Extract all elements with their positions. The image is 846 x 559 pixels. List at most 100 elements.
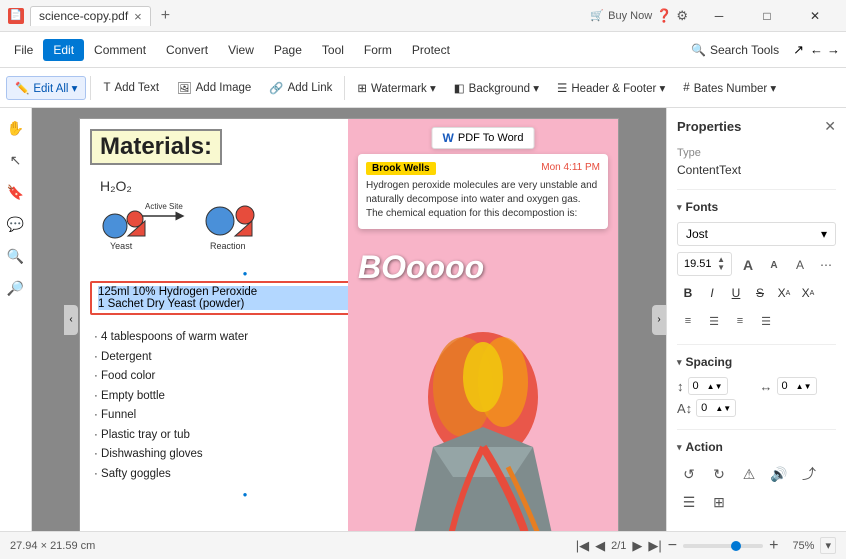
help-icon[interactable]: ❓: [656, 8, 672, 24]
action-speaker-icon[interactable]: 🔊: [767, 462, 791, 486]
bates-number-btn[interactable]: # Bates Number ▾: [675, 77, 784, 99]
sidebar-hand-icon[interactable]: ✋: [4, 116, 28, 140]
align-right-btn[interactable]: ≡: [729, 310, 751, 332]
menu-comment[interactable]: Comment: [84, 39, 156, 61]
action-refresh-icon[interactable]: ↺: [677, 462, 701, 486]
font-size-input[interactable]: 19.51 ▲ ▼: [677, 252, 732, 276]
font-color-icon[interactable]: A: [790, 255, 810, 275]
settings-icon[interactable]: ⚙: [676, 8, 688, 24]
add-image-btn[interactable]: 🖼 Add Image: [169, 77, 259, 99]
sidebar-comment-icon[interactable]: 💬: [4, 212, 28, 236]
spin-down-btn[interactable]: ▼: [717, 264, 725, 272]
pdf-page: Materials: H₂O₂ Activ: [79, 118, 619, 531]
font-more-icon[interactable]: ⋯: [816, 255, 836, 275]
nav-back-icon[interactable]: ←: [810, 42, 823, 57]
action-warning-icon[interactable]: ⚠: [737, 462, 761, 486]
action-export-icon[interactable]: ⤴: [797, 462, 821, 486]
panel-close-btn[interactable]: ✕: [824, 118, 836, 135]
superscript-btn[interactable]: XA: [773, 282, 795, 304]
add-text-btn[interactable]: T Add Text: [95, 78, 167, 98]
minimize-btn[interactable]: ─: [696, 0, 742, 32]
align-center-btn[interactable]: ☰: [703, 310, 725, 332]
action-label: Action: [686, 440, 723, 454]
menu-convert[interactable]: Convert: [156, 39, 218, 61]
sidebar-search-icon[interactable]: 🔍: [4, 244, 28, 268]
line-spacing-icon: ↕: [677, 379, 684, 394]
left-sidebar: ✋ ↖ 🔖 💬 🔍 🔎: [0, 108, 32, 531]
prev-page-btn[interactable]: ◀: [595, 538, 605, 554]
buy-now-btn[interactable]: Buy Now: [608, 10, 652, 22]
action-reset-icon[interactable]: ↻: [707, 462, 731, 486]
action-grid-icon[interactable]: ⊞: [707, 490, 731, 514]
divider-3: [677, 429, 836, 430]
new-tab-btn[interactable]: +: [155, 7, 176, 25]
volcano-area: [348, 327, 618, 531]
comment-text: Hydrogen peroxide molecules are very uns…: [366, 179, 600, 221]
menu-protect[interactable]: Protect: [402, 39, 460, 61]
first-page-btn[interactable]: |◀: [576, 538, 589, 554]
nav-forward-icon[interactable]: →: [827, 42, 840, 57]
font-size-large-icon[interactable]: A: [738, 255, 758, 275]
para-spacing-spin[interactable]: ▲▼: [715, 404, 731, 413]
bold-btn[interactable]: B: [677, 282, 699, 304]
comment-bubble: Brook Wells Mon 4:11 PM Hydrogen peroxid…: [358, 154, 608, 229]
resize-handle-bottom[interactable]: ●: [243, 490, 248, 499]
sidebar-zoom-icon[interactable]: 🔎: [4, 276, 28, 300]
subscript-btn[interactable]: XA: [797, 282, 819, 304]
align-left-btn[interactable]: ≡: [677, 310, 699, 332]
font-size-small-icon[interactable]: A: [764, 255, 784, 275]
header-footer-btn[interactable]: ☰ Header & Footer ▾: [549, 77, 673, 99]
pdf-to-word-btn[interactable]: W PDF To Word: [432, 127, 535, 149]
close-btn[interactable]: ✕: [792, 0, 838, 32]
zoom-handle[interactable]: [731, 541, 741, 551]
char-spacing-spin[interactable]: ▲▼: [796, 382, 812, 391]
panel-title: Properties: [677, 119, 741, 134]
last-page-btn[interactable]: ▶|: [648, 538, 661, 554]
right-panel-toggle[interactable]: ›: [652, 305, 666, 335]
align-justify-btn[interactable]: ☰: [755, 310, 777, 332]
underline-btn[interactable]: U: [725, 282, 747, 304]
resize-handle-top[interactable]: ●: [243, 269, 248, 278]
zoom-dropdown-btn[interactable]: ▾: [820, 537, 836, 554]
watermark-btn[interactable]: ⊞ Watermark ▾: [349, 77, 443, 99]
action-menu-icon[interactable]: ☰: [677, 490, 701, 514]
para-spacing-input[interactable]: 0 ▲▼: [696, 399, 736, 417]
add-link-btn[interactable]: 🔗 Add Link: [261, 77, 340, 99]
sidebar-bookmark-icon[interactable]: 🔖: [4, 180, 28, 204]
edit-all-btn[interactable]: ✏️ Edit All ▾: [6, 76, 86, 100]
canvas-area: ‹ › Materials: H₂O₂: [32, 108, 666, 531]
external-link-icon[interactable]: ↗: [793, 42, 804, 58]
background-btn[interactable]: ◧ Background ▾: [446, 77, 547, 99]
word-icon: W: [443, 131, 454, 145]
close-tab-btn[interactable]: ×: [134, 9, 142, 24]
para-spacing-icon: A↕: [677, 401, 692, 416]
sidebar-select-icon[interactable]: ↖: [4, 148, 28, 172]
menu-edit[interactable]: Edit: [43, 39, 84, 61]
minus-zoom-btn[interactable]: −: [668, 537, 677, 555]
font-dropdown[interactable]: Jost ▾: [677, 222, 836, 246]
watermark-icon: ⊞: [357, 81, 367, 95]
toolbar-sep-2: [344, 76, 345, 100]
background-icon: ◧: [454, 81, 465, 95]
zoom-slider[interactable]: [683, 544, 763, 548]
menu-page[interactable]: Page: [264, 39, 312, 61]
plus-zoom-btn[interactable]: +: [769, 537, 778, 555]
line-spacing-input[interactable]: 0 ▲▼: [688, 377, 728, 395]
line-spacing-spin[interactable]: ▲▼: [707, 382, 723, 391]
file-tab[interactable]: science-copy.pdf ×: [30, 6, 151, 26]
next-page-btn[interactable]: ▶: [632, 538, 642, 554]
menu-file[interactable]: File: [4, 39, 43, 61]
maximize-btn[interactable]: □: [744, 0, 790, 32]
bates-icon: #: [683, 82, 689, 94]
spacing-arrow: ▾: [677, 357, 682, 368]
search-tools-btn[interactable]: 🔍 Search Tools: [681, 39, 789, 61]
svg-text:H₂O₂: H₂O₂: [100, 178, 132, 194]
char-spacing-input[interactable]: 0 ▲▼: [777, 377, 817, 395]
strikethrough-btn[interactable]: S: [749, 282, 771, 304]
italic-btn[interactable]: I: [701, 282, 723, 304]
menu-tool[interactable]: Tool: [312, 39, 354, 61]
left-panel-toggle[interactable]: ‹: [64, 305, 78, 335]
menu-view[interactable]: View: [218, 39, 264, 61]
menu-form[interactable]: Form: [354, 39, 402, 61]
svg-text:Reaction: Reaction: [210, 241, 246, 251]
